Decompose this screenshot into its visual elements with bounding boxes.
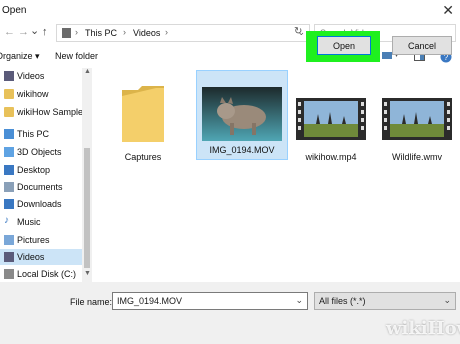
file-name: IMG_0194.MOV — [209, 145, 275, 155]
file-name-dropdown-icon[interactable]: ⌄ — [295, 295, 303, 306]
file-list: Captures IMG_0194.MOV wikihow.mp4 Wildli… — [92, 68, 460, 282]
command-bar: Organize ▾ New folder ? — [0, 44, 460, 68]
navigation-pane: Videos wikihow wikiHow Sample This PC 3D… — [0, 68, 92, 282]
videos-icon — [4, 252, 14, 262]
file-type-value: All files (*.*) — [319, 296, 366, 306]
sidebar-item-desktop[interactable]: Desktop — [0, 162, 82, 178]
sidebar-item-label: This PC — [17, 129, 50, 139]
up-icon[interactable]: ↑ — [42, 26, 48, 38]
wikihow-watermark: wikiHow — [386, 318, 460, 339]
sidebar-item-label: Desktop — [17, 165, 51, 175]
sidebar-item-label: Local Disk (C:) — [17, 269, 77, 279]
sidebar-item-videos-quick[interactable]: Videos — [0, 68, 82, 84]
new-folder-button[interactable]: New folder — [55, 51, 98, 61]
file-item-wikihow-mp4[interactable]: wikihow.mp4 — [288, 74, 374, 166]
sidebar-item-local-disk[interactable]: Local Disk (C:) — [0, 266, 82, 282]
downloads-icon — [4, 199, 14, 209]
file-name: Wildlife.wmv — [391, 152, 442, 162]
sidebar-item-videos[interactable]: Videos — [0, 249, 82, 265]
sidebar-item-this-pc[interactable]: This PC — [0, 126, 82, 142]
sidebar-item-music[interactable]: ♪ Music — [0, 214, 82, 230]
breadcrumb-videos[interactable]: Videos — [133, 28, 160, 38]
breadcrumb-separator-icon: › — [123, 27, 126, 37]
sidebar-item-label: Videos — [17, 252, 45, 262]
pc-icon — [4, 129, 14, 139]
documents-icon — [4, 182, 14, 192]
cat-video-thumbnail — [202, 87, 282, 141]
refresh-icon[interactable]: ↻ — [294, 26, 302, 37]
file-name-value: IMG_0194.MOV — [117, 296, 183, 306]
scrollbar-thumb[interactable] — [84, 148, 90, 268]
file-type-dropdown-icon[interactable]: ⌄ — [443, 295, 451, 306]
sidebar-scrollbar[interactable]: ▲ ▼ — [82, 68, 92, 282]
file-item-wildlife-wmv[interactable]: Wildlife.wmv — [374, 74, 460, 166]
sidebar-item-documents[interactable]: Documents — [0, 179, 82, 195]
file-name-label: File name: — [70, 297, 113, 307]
sidebar-item-label: 3D Objects — [17, 147, 62, 157]
cancel-button[interactable]: Cancel — [392, 36, 452, 55]
folder-icon — [4, 107, 14, 117]
sidebar-item-wikihow[interactable]: wikihow — [0, 86, 82, 102]
forward-icon[interactable]: → — [18, 26, 29, 38]
open-button[interactable]: Open — [317, 36, 371, 55]
video-file-icon — [296, 98, 366, 140]
file-name: Captures — [124, 152, 162, 162]
breadcrumb-this-pc[interactable]: This PC — [85, 28, 117, 38]
sidebar-item-label: Documents — [17, 182, 63, 192]
sidebar-item-pictures[interactable]: Pictures — [0, 232, 82, 248]
sidebar-item-label: wikihow — [17, 89, 49, 99]
sidebar-item-label: Music — [17, 217, 41, 227]
back-icon[interactable]: ← — [4, 26, 15, 38]
title-bar: Open ✕ — [0, 0, 460, 22]
sidebar-item-label: Pictures — [17, 235, 50, 245]
sidebar-item-label: wikiHow Sample — [17, 107, 84, 117]
file-item-captures[interactable]: Captures — [100, 74, 186, 166]
window-title: Open — [2, 5, 27, 16]
folder-icon — [4, 89, 14, 99]
music-icon: ♪ — [4, 215, 9, 226]
folder-icon — [122, 86, 164, 142]
sidebar-item-label: Downloads — [17, 199, 62, 209]
sidebar-item-wikihow-sample[interactable]: wikiHow Sample — [0, 104, 84, 120]
location-icon — [62, 28, 71, 38]
3d-objects-icon — [4, 147, 14, 157]
file-name: wikihow.mp4 — [305, 152, 357, 162]
address-bar[interactable]: › This PC › Videos › ⌄ — [56, 24, 310, 42]
breadcrumb-separator-icon: › — [75, 27, 78, 37]
scroll-down-icon[interactable]: ▼ — [84, 270, 91, 277]
cancel-button-label: Cancel — [407, 41, 436, 51]
recent-locations-icon[interactable]: ⌄ — [30, 24, 39, 37]
sidebar-item-downloads[interactable]: Downloads — [0, 196, 82, 212]
sidebar-item-label: Videos — [17, 71, 45, 81]
address-row: ← → ⌄ ↑ › This PC › Videos › ⌄ ↻ Search … — [0, 22, 460, 44]
file-item-img-0194[interactable]: IMG_0194.MOV — [196, 70, 288, 160]
scroll-up-icon[interactable]: ▲ — [84, 68, 91, 75]
close-icon[interactable]: ✕ — [442, 3, 454, 17]
pictures-icon — [4, 235, 14, 245]
sidebar-item-3d-objects[interactable]: 3D Objects — [0, 144, 82, 160]
breadcrumb-separator-icon: › — [165, 27, 168, 37]
open-button-label: Open — [332, 41, 356, 51]
file-type-select[interactable]: All files (*.*) ⌄ — [314, 292, 456, 310]
disk-icon — [4, 269, 14, 279]
file-name-input[interactable]: IMG_0194.MOV ⌄ — [112, 292, 308, 310]
video-file-icon — [382, 98, 452, 140]
desktop-icon — [4, 165, 14, 175]
video-folder-icon — [4, 71, 14, 81]
organize-button[interactable]: Organize ▾ — [0, 51, 40, 62]
